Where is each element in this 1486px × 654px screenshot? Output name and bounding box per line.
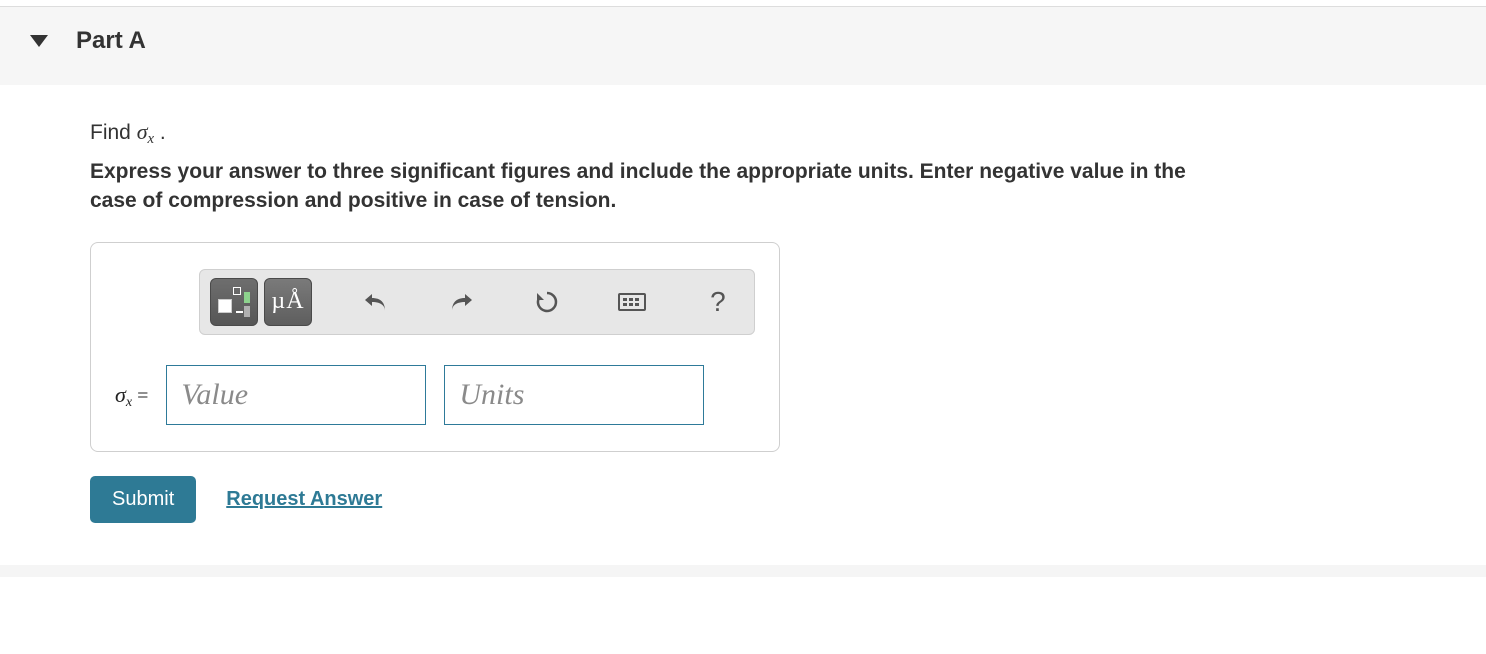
templates-button[interactable] [210, 278, 258, 326]
answer-box: µÅ ? [90, 242, 780, 452]
undo-button[interactable] [354, 280, 398, 324]
prompt: Find σx . [90, 119, 1380, 145]
value-input[interactable] [166, 365, 426, 425]
reset-button[interactable] [525, 280, 569, 324]
answer-symbol: σ [115, 382, 126, 407]
symbols-button[interactable]: µÅ [264, 278, 312, 326]
collapse-icon [30, 35, 48, 47]
answer-subscript: x [126, 395, 132, 410]
templates-icon [218, 287, 250, 317]
undo-icon [363, 291, 389, 313]
answer-label: σx = [115, 382, 148, 408]
request-answer-link[interactable]: Request Answer [226, 488, 382, 511]
redo-icon [448, 291, 474, 313]
keyboard-button[interactable] [610, 280, 654, 324]
redo-button[interactable] [439, 280, 483, 324]
help-icon: ? [710, 286, 726, 318]
symbols-icon: µÅ [271, 288, 304, 315]
prompt-suffix: . [154, 121, 166, 144]
toolbar-row: µÅ ? [115, 269, 755, 335]
units-input[interactable] [444, 365, 704, 425]
inputs-row: σx = [115, 365, 755, 425]
reset-icon [534, 289, 560, 315]
equals-sign: = [137, 385, 148, 407]
bottom-bar [0, 565, 1486, 577]
prompt-subscript: x [148, 131, 155, 147]
instructions: Express your answer to three significant… [90, 157, 1210, 216]
prompt-symbol: σ [137, 119, 148, 144]
part-header[interactable]: Part A [0, 7, 1486, 85]
toolbar-group-left: µÅ [210, 278, 312, 326]
actions-row: Submit Request Answer [90, 476, 1380, 523]
submit-button[interactable]: Submit [90, 476, 196, 523]
help-button[interactable]: ? [696, 280, 740, 324]
toolbar: µÅ ? [199, 269, 755, 335]
content-area: Find σx . Express your answer to three s… [0, 91, 1380, 533]
prompt-prefix: Find [90, 121, 137, 144]
keyboard-icon [618, 293, 646, 311]
part-title: Part A [76, 27, 146, 55]
